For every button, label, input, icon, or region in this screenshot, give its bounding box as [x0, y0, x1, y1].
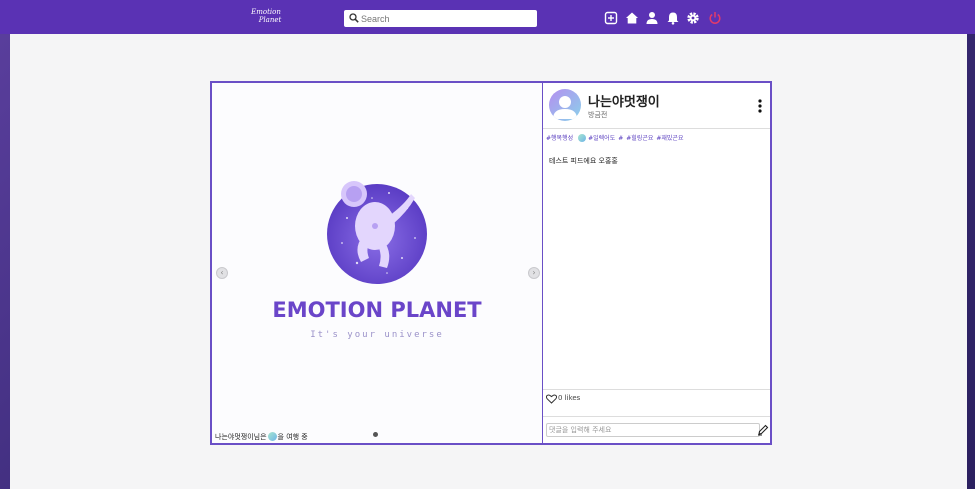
prev-slide-button[interactable]: ‹ — [216, 267, 228, 279]
post-detail-card: ‹ › EMOTION PLANET It's your universe 나는… — [210, 81, 772, 445]
bell-icon[interactable] — [666, 11, 680, 25]
user-avatar-icon — [553, 96, 577, 119]
image-brand-text: EMOTION PLANET — [272, 298, 482, 322]
more-options-icon[interactable] — [757, 98, 763, 114]
post-content: 테스트 피드에요 오홍홍 — [549, 157, 618, 165]
avatar[interactable] — [549, 89, 581, 121]
hashtag-list: #행복행성 #일렉어도 # #힐링곤요 #재밌곤요 — [546, 133, 686, 142]
hashtag[interactable]: #힐링곤요 — [626, 135, 653, 142]
status-user: 나는야멋쟁이님은 — [215, 433, 267, 441]
logo-line2: Planet — [258, 16, 282, 24]
likes-count: 0 likes — [558, 394, 581, 402]
image-tagline: It's your universe — [310, 330, 444, 340]
divider — [543, 416, 770, 417]
travel-status: 나는야멋쟁이님은 을 여행 중 — [215, 432, 308, 442]
hashtag[interactable]: #행복행성 — [546, 135, 573, 142]
astronaut-logo-image — [327, 181, 427, 284]
search-box[interactable] — [344, 10, 537, 27]
hashtag[interactable]: # — [618, 135, 623, 142]
top-navbar: Emotion Planet — [0, 0, 975, 34]
search-input[interactable] — [361, 10, 531, 27]
search-icon — [349, 13, 359, 23]
heart-icon[interactable] — [545, 394, 558, 404]
logo-line1: Emotion — [251, 8, 281, 16]
post-side-panel: 나는야멋쟁이 방금전 #행복행성 #일렉어도 # #힐링곤요 #재밌곤요 테스트 피드에… — [543, 83, 770, 443]
pen-icon[interactable] — [757, 424, 769, 436]
comment-box[interactable] — [546, 423, 760, 437]
divider — [543, 389, 770, 390]
carousel-page-dot[interactable] — [373, 432, 378, 437]
post-image-carousel: ‹ › EMOTION PLANET It's your universe 나는… — [212, 83, 542, 443]
add-square-icon[interactable] — [604, 11, 618, 25]
author-name[interactable]: 나는야멋쟁이 — [588, 91, 660, 110]
hashtag[interactable]: #일렉어도 — [588, 135, 615, 142]
power-icon[interactable] — [708, 11, 722, 25]
comment-input[interactable] — [549, 424, 739, 436]
next-slide-button[interactable]: › — [528, 267, 540, 279]
gear-icon[interactable] — [686, 11, 700, 25]
home-icon[interactable] — [625, 11, 639, 25]
likes-row: 0 likes — [545, 394, 581, 404]
planet-icon — [578, 134, 587, 142]
post-author-header: 나는야멋쟁이 방금전 — [543, 83, 770, 129]
status-suffix: 을 여행 중 — [277, 433, 308, 441]
user-icon[interactable] — [645, 11, 659, 25]
post-time: 방금전 — [588, 111, 608, 119]
planet-icon — [267, 432, 277, 441]
app-logo[interactable]: Emotion Planet — [246, 8, 286, 30]
hashtag[interactable]: #재밌곤요 — [656, 135, 683, 142]
